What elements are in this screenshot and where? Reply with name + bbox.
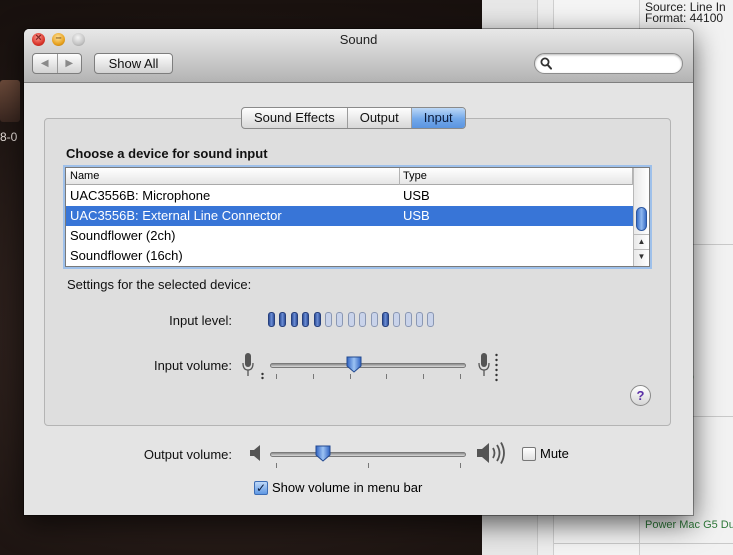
level-segment [290, 312, 298, 327]
back-forward-control: ◀ ▶ [32, 53, 82, 74]
slider-tick [276, 374, 277, 379]
tab-input[interactable]: Input [411, 108, 465, 128]
level-segment [393, 312, 401, 327]
level-segment [313, 312, 321, 327]
level-segment [302, 312, 310, 327]
output-volume-label: Output volume: [143, 447, 232, 462]
forward-button[interactable]: ▶ [58, 54, 82, 73]
tab-sound-effects[interactable]: Sound Effects [242, 108, 348, 128]
slider-tick [368, 463, 369, 468]
level-segment [370, 312, 378, 327]
device-name: Soundflower (2ch) [70, 228, 176, 243]
slider-tick [423, 374, 425, 379]
table-row[interactable]: Soundflower (16ch) [66, 246, 634, 266]
help-icon: ? [636, 388, 645, 403]
microphone-high-icon [478, 353, 490, 376]
table-row-selected[interactable]: UAC3556B: External Line Connector USB [66, 206, 634, 226]
speaker-high-icon [477, 442, 505, 464]
show-volume-menubar-label[interactable]: Show volume in menu bar [272, 480, 422, 495]
column-header-name[interactable]: Name [70, 170, 99, 182]
level-segment [427, 312, 435, 327]
input-level-label: Input level: [169, 313, 232, 328]
show-all-button[interactable]: Show All [94, 53, 173, 74]
level-segment [404, 312, 412, 327]
microphone-low-icon [242, 353, 254, 376]
sound-preferences-window: × – Sound ◀ ▶ Show All Sound Effects Out… [24, 29, 693, 515]
device-name: UAC3556B: External Line Connector [70, 208, 282, 223]
speaker-low-icon [250, 445, 260, 461]
level-segment [359, 312, 367, 327]
device-list-scrollbar[interactable]: ▲ ▼ [633, 168, 649, 266]
table-row[interactable]: Soundflower (2ch) [66, 226, 634, 246]
input-level-meter [268, 312, 435, 327]
slider-tick [386, 374, 388, 379]
level-segment [268, 312, 275, 327]
table-row[interactable]: UAC3556B: Microphone USB [66, 186, 634, 206]
column-header-type[interactable]: Type [403, 170, 427, 182]
slider-tick [349, 374, 351, 379]
output-volume-track[interactable] [270, 452, 466, 457]
checkmark-icon: ✓ [255, 481, 267, 495]
input-volume-track[interactable] [270, 363, 466, 368]
slider-tick [312, 374, 314, 379]
window-title: Sound [339, 32, 378, 47]
desktop-file-icon[interactable] [0, 80, 20, 122]
device-name: UAC3556B: Microphone [70, 188, 211, 203]
tab-output[interactable]: Output [348, 108, 412, 128]
input-device-table: Name Type UAC3556B: Microphone USB UAC35… [65, 167, 650, 267]
settings-label: Settings for the selected device: [67, 277, 252, 292]
mute-label[interactable]: Mute [540, 446, 569, 461]
desktop-file-label: 8-0 [0, 130, 18, 144]
search-input[interactable] [534, 53, 683, 74]
scroll-up-icon[interactable]: ▲ [634, 234, 649, 248]
slider-tick [460, 463, 461, 468]
device-list-heading: Choose a device for sound input [66, 146, 268, 161]
level-segment [279, 312, 287, 327]
input-volume-label: Input volume: [153, 358, 232, 373]
tab-content-box [44, 118, 671, 426]
show-volume-menubar-checkbox[interactable]: ✓ [254, 481, 268, 495]
table-header: Name Type [66, 168, 633, 185]
background-text-line: Power Mac G5 Du [645, 519, 733, 531]
help-button[interactable]: ? [630, 385, 651, 406]
mic-level-high-indicator [495, 353, 498, 382]
slider-tick [276, 463, 277, 468]
device-type: USB [403, 188, 430, 203]
background-text-line: Format: 44100 [645, 11, 724, 25]
level-segment [336, 312, 344, 327]
level-segment [416, 312, 424, 327]
tab-bar: Sound Effects Output Input [241, 107, 466, 129]
back-button[interactable]: ◀ [33, 54, 58, 73]
device-name: Soundflower (16ch) [70, 248, 183, 263]
mic-level-low-indicator [261, 372, 264, 380]
level-segment [324, 312, 332, 327]
input-volume-slider-knob[interactable] [346, 356, 362, 373]
back-arrow-icon: ◀ [40, 58, 49, 69]
slider-tick [460, 374, 461, 379]
scrollbar-thumb[interactable] [636, 207, 647, 231]
device-type: USB [403, 208, 430, 223]
level-segment [347, 312, 355, 327]
level-segment [381, 312, 389, 327]
mute-checkbox[interactable] [522, 447, 536, 461]
toolbar: × – Sound ◀ ▶ Show All [24, 29, 693, 83]
forward-arrow-icon: ▶ [65, 58, 74, 69]
output-volume-slider-knob[interactable] [315, 445, 331, 462]
search-icon [540, 57, 552, 70]
scroll-down-icon[interactable]: ▼ [634, 249, 649, 263]
